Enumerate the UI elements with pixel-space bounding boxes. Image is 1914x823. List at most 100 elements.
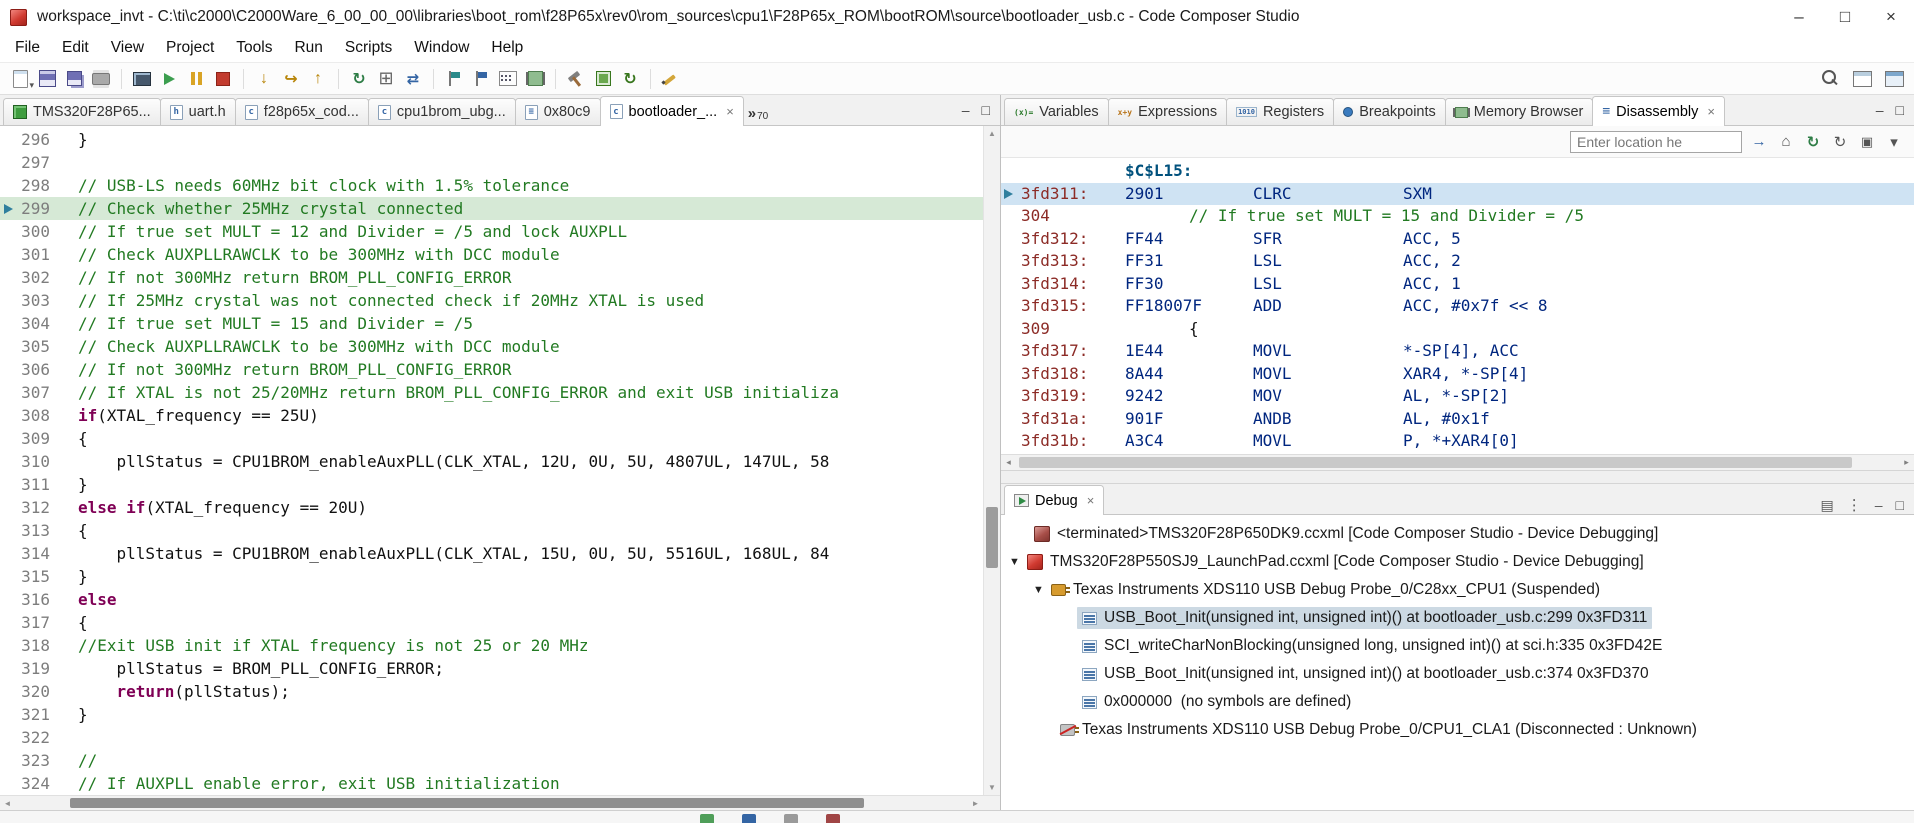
line-number[interactable]: 296: [18, 128, 62, 151]
maximize-view-icon[interactable]: [1896, 102, 1904, 118]
line-number[interactable]: 303: [18, 289, 62, 312]
tab-0x80c9[interactable]: ≡ 0x80c9: [514, 98, 601, 125]
menu-file[interactable]: File: [4, 34, 51, 62]
minimize-view-icon[interactable]: [1876, 102, 1884, 118]
snapshot-icon[interactable]: [1857, 132, 1877, 152]
tab-tms320f28p65[interactable]: TMS320F28P65...: [3, 98, 161, 125]
scroll-left-icon[interactable]: [0, 796, 15, 810]
minimize-button[interactable]: –: [1776, 0, 1822, 34]
line-number[interactable]: 300: [18, 220, 62, 243]
line-number[interactable]: 317: [18, 611, 62, 634]
disassembly-row[interactable]: 3fd318: 8A44 MOVL XAR4, *-SP[4]: [1001, 363, 1914, 386]
menu-window[interactable]: Window: [403, 34, 480, 62]
line-number[interactable]: 312: [18, 496, 62, 519]
scrollbar-thumb[interactable]: [1019, 457, 1852, 468]
code-line[interactable]: 319 pllStatus = BROM_PLL_CONFIG_ERROR;: [0, 657, 983, 680]
debug-perspective-icon[interactable]: [1882, 67, 1906, 91]
scroll-right-icon[interactable]: [968, 796, 983, 810]
code-line[interactable]: 321}: [0, 703, 983, 726]
code-line[interactable]: 298 // USB-LS needs 60MHz bit clock with …: [0, 174, 983, 197]
disassembly-row[interactable]: 3fd312: FF44 SFR ACC, 5: [1001, 228, 1914, 251]
code-line[interactable]: 312 else if(XTAL_frequency == 20U): [0, 496, 983, 519]
tab-breakpoints[interactable]: Breakpoints: [1333, 98, 1446, 125]
stack-frame-row[interactable]: SCI_writeCharNonBlocking(unsigned long, …: [1001, 632, 1914, 660]
line-number[interactable]: 318: [18, 634, 62, 657]
view-menu-icon[interactable]: [1884, 132, 1904, 152]
line-number[interactable]: 322: [18, 726, 62, 749]
swap-target-icon[interactable]: [401, 67, 425, 91]
refresh-icon[interactable]: [1830, 132, 1850, 152]
new-file-icon[interactable]: [8, 67, 34, 91]
line-number[interactable]: 307: [18, 381, 62, 404]
disassembly-row[interactable]: 3fd317: 1E44 MOVL *-SP[4], ACC: [1001, 340, 1914, 363]
code-line[interactable]: 297: [0, 151, 983, 174]
code-line[interactable]: 317 {: [0, 611, 983, 634]
minimize-view-icon[interactable]: [962, 102, 970, 118]
line-number[interactable]: 323: [18, 749, 62, 772]
line-number[interactable]: 299: [18, 197, 62, 220]
tab-registers[interactable]: 1010 Registers: [1226, 98, 1335, 125]
code-line[interactable]: 322: [0, 726, 983, 749]
disassembly-row[interactable]: 3fd31a: 901F ANDB AL, #0x1f: [1001, 408, 1914, 431]
stack-frame-row[interactable]: 0x000000 (no symbols are defined): [1001, 688, 1914, 716]
code-line[interactable]: 315}: [0, 565, 983, 588]
menu-scripts[interactable]: Scripts: [334, 34, 403, 62]
maximize-view-icon[interactable]: [982, 102, 990, 118]
line-number[interactable]: 298: [18, 174, 62, 197]
console-icon[interactable]: [130, 67, 154, 91]
line-number[interactable]: 297: [18, 151, 62, 174]
editor-vertical-scrollbar[interactable]: [983, 126, 1000, 795]
flag-blue-icon[interactable]: [469, 67, 493, 91]
code-line[interactable]: 296}: [0, 128, 983, 151]
view-menu-icon[interactable]: [1847, 496, 1862, 514]
line-number[interactable]: 302: [18, 266, 62, 289]
tab-disassembly[interactable]: ≡ Disassembly ×: [1592, 96, 1725, 126]
disassembly-row[interactable]: $C$L15:: [1001, 160, 1914, 183]
search-icon[interactable]: [1818, 67, 1842, 91]
binary-view-icon[interactable]: [496, 67, 520, 91]
code-line[interactable]: 323 //: [0, 749, 983, 772]
code-editor[interactable]: 296} 297 298// USB-LS needs 60MHz bit cloc…: [0, 126, 983, 795]
line-number[interactable]: 314: [18, 542, 62, 565]
debug-launch-tree[interactable]: <terminated>TMS320F28P650DK9.ccxml [Code…: [1001, 515, 1914, 810]
menu-view[interactable]: View: [100, 34, 155, 62]
minimized-view-icon[interactable]: [742, 814, 756, 823]
disassembly-row[interactable]: 3fd311: 2901 CLRC SXM: [1001, 182, 1914, 205]
code-line[interactable]: 324 // If AUXPLL enable error, exit USB i…: [0, 772, 983, 795]
line-number[interactable]: 311: [18, 473, 62, 496]
expand-arrow-icon[interactable]: [1031, 584, 1046, 596]
debug-session-row[interactable]: TMS320F28P550SJ9_LaunchPad.ccxml [Code C…: [1001, 548, 1914, 576]
scroll-left-icon[interactable]: [1001, 455, 1016, 470]
disassembly-row[interactable]: 309 {: [1001, 318, 1914, 341]
restart-icon[interactable]: [347, 67, 371, 91]
memory-view-icon[interactable]: [523, 67, 547, 91]
menu-project[interactable]: Project: [155, 34, 225, 62]
code-line[interactable]: 318 //Exit USB init if XTAL frequency is …: [0, 634, 983, 657]
line-number[interactable]: 306: [18, 358, 62, 381]
code-line[interactable]: 303 // If 25MHz crystal was not connected…: [0, 289, 983, 312]
edit-pencil-icon[interactable]: [659, 67, 683, 91]
terminate-icon[interactable]: [211, 67, 235, 91]
scroll-up-icon[interactable]: [984, 126, 1000, 141]
line-number[interactable]: 316: [18, 588, 62, 611]
minimized-view-icon[interactable]: [700, 814, 714, 823]
line-number[interactable]: 319: [18, 657, 62, 680]
code-line[interactable]: 300 // If true set MULT = 12 and Divider …: [0, 220, 983, 243]
build-icon[interactable]: [564, 67, 588, 91]
expand-arrow-icon[interactable]: [1007, 556, 1022, 568]
stack-frame-row[interactable]: USB_Boot_Init(unsigned int, unsigned int…: [1001, 604, 1914, 632]
code-line[interactable]: 308 if(XTAL_frequency == 25U): [0, 404, 983, 427]
debug-thread-row[interactable]: Texas Instruments XDS110 USB Debug Probe…: [1001, 576, 1914, 604]
flag-teal-icon[interactable]: [442, 67, 466, 91]
goto-pc-icon[interactable]: [1749, 132, 1769, 152]
debug-session-terminated-row[interactable]: <terminated>TMS320F28P650DK9.ccxml [Code…: [1001, 520, 1914, 548]
menu-help[interactable]: Help: [480, 34, 534, 62]
step-into-icon[interactable]: [252, 67, 276, 91]
disassembly-horizontal-scrollbar[interactable]: [1001, 454, 1914, 470]
auto-refresh-icon[interactable]: [1803, 132, 1823, 152]
tab-uart-h[interactable]: h uart.h: [159, 98, 236, 125]
scroll-right-icon[interactable]: [1899, 455, 1914, 470]
minimize-view-icon[interactable]: [1875, 497, 1883, 513]
line-number[interactable]: 304: [18, 312, 62, 335]
print-icon[interactable]: [89, 67, 113, 91]
